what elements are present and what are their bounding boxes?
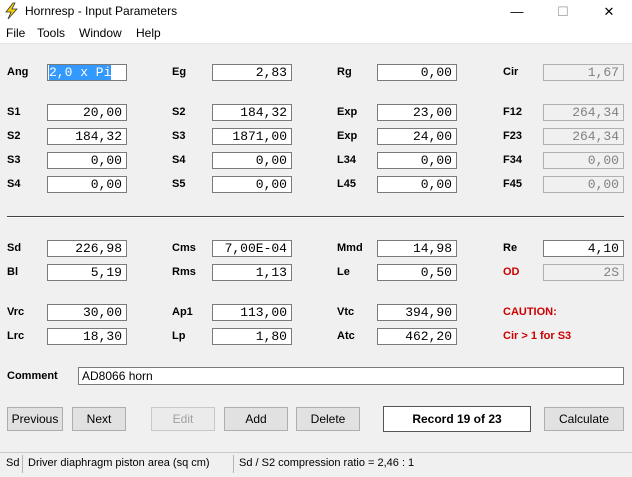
ang-label: Ang [7, 66, 29, 78]
lp-input[interactable]: 1,80 [212, 328, 292, 345]
exp2-input[interactable]: 24,00 [377, 128, 457, 145]
menu-bar: File Tools Window Help [0, 23, 632, 44]
lrc-label: Lrc [7, 330, 25, 342]
sd-label: Sd [7, 242, 22, 254]
menu-help[interactable]: Help [136, 26, 161, 40]
exp1-input[interactable]: 23,00 [377, 104, 457, 121]
menu-file[interactable]: File [6, 26, 25, 40]
s3-label: S3 [172, 130, 186, 142]
comment-input[interactable]: AD8066 horn [78, 367, 624, 385]
f12-label: F12 [503, 106, 522, 118]
od-readout: 2S [543, 264, 624, 281]
ap1-label: Ap1 [172, 306, 193, 318]
delete-button[interactable]: Delete [296, 407, 360, 431]
s2b-input[interactable]: 184,32 [47, 128, 127, 145]
re-input[interactable]: 4,10 [543, 240, 624, 257]
section-divider [7, 216, 624, 218]
rg-input[interactable]: 0,00 [377, 64, 457, 81]
bl-label: Bl [7, 266, 18, 278]
window-title: Hornresp - Input Parameters [25, 4, 178, 18]
lrc-input[interactable]: 18,30 [47, 328, 127, 345]
f34-readout: 0,00 [543, 152, 624, 169]
s3-input[interactable]: 1871,00 [212, 128, 292, 145]
l45-input[interactable]: 0,00 [377, 176, 457, 193]
od-label: OD [503, 266, 520, 278]
f34-label: F34 [503, 154, 522, 166]
f45-label: F45 [503, 178, 522, 190]
cir-readout: 1,67 [543, 64, 624, 81]
cir-label: Cir [503, 66, 519, 78]
status-bar: Sd Driver diaphragm piston area (sq cm) … [0, 452, 632, 477]
f23-label: F23 [503, 130, 522, 142]
mmd-label: Mmd [337, 242, 363, 254]
menu-window[interactable]: Window [79, 26, 122, 40]
l34-input[interactable]: 0,00 [377, 152, 457, 169]
f12-readout: 264,34 [543, 104, 624, 121]
s3b-input[interactable]: 0,00 [47, 152, 127, 169]
bl-input[interactable]: 5,19 [47, 264, 127, 281]
status-description: Driver diaphragm piston area (sq cm) [28, 457, 210, 469]
le-label: Le [337, 266, 350, 278]
le-input[interactable]: 0,50 [377, 264, 457, 281]
sd-input[interactable]: 226,98 [47, 240, 127, 257]
lp-label: Lp [172, 330, 186, 342]
f45-readout: 0,00 [543, 176, 624, 193]
l34-label: L34 [337, 154, 356, 166]
eg-label: Eg [172, 66, 187, 78]
minimize-button[interactable]: — [494, 0, 540, 23]
cms-input[interactable]: 7,00E-04 [212, 240, 292, 257]
exp2-label: Exp [337, 130, 358, 142]
s1-input[interactable]: 20,00 [47, 104, 127, 121]
l45-label: L45 [337, 178, 356, 190]
comment-label: Comment [7, 370, 58, 382]
cms-label: Cms [172, 242, 196, 254]
s4-input[interactable]: 0,00 [212, 152, 292, 169]
s5-input[interactable]: 0,00 [212, 176, 292, 193]
re-label: Re [503, 242, 518, 254]
lightning-bolt-icon [5, 2, 18, 20]
eg-input[interactable]: 2,83 [212, 64, 292, 81]
status-compression-ratio: Sd / S2 compression ratio = 2,46 : 1 [239, 457, 415, 469]
s1-label: S1 [7, 106, 21, 118]
s4-label: S4 [172, 154, 186, 166]
exp1-label: Exp [337, 106, 358, 118]
previous-button[interactable]: Previous [7, 407, 63, 431]
maximize-button[interactable]: ☐ [540, 0, 586, 23]
s2-input[interactable]: 184,32 [212, 104, 292, 121]
menu-tools[interactable]: Tools [37, 26, 65, 40]
close-button[interactable]: ✕ [586, 0, 632, 23]
caution-message: Cir > 1 for S3 [503, 330, 572, 342]
ap1-input[interactable]: 113,00 [212, 304, 292, 321]
title-bar: Hornresp - Input Parameters — ☐ ✕ [0, 0, 632, 23]
add-button[interactable]: Add [224, 407, 288, 431]
atc-input[interactable]: 462,20 [377, 328, 457, 345]
caution-title: CAUTION: [503, 306, 557, 318]
f23-readout: 264,34 [543, 128, 624, 145]
vtc-label: Vtc [337, 306, 355, 318]
rg-label: Rg [337, 66, 352, 78]
vrc-label: Vrc [7, 306, 25, 318]
vrc-input[interactable]: 30,00 [47, 304, 127, 321]
status-divider [233, 455, 234, 473]
rms-label: Rms [172, 266, 196, 278]
status-field-name: Sd [6, 457, 20, 469]
s5-label: S5 [172, 178, 186, 190]
record-indicator: Record 19 of 23 [383, 406, 531, 432]
edit-button[interactable]: Edit [151, 407, 215, 431]
s2b-label: S2 [7, 130, 21, 142]
atc-label: Atc [337, 330, 355, 342]
s3b-label: S3 [7, 154, 21, 166]
s4b-label: S4 [7, 178, 21, 190]
ang-value: 2,0 x Pi [49, 65, 112, 80]
calculate-button[interactable]: Calculate [544, 407, 624, 431]
ang-input[interactable]: 2,0 x Pi [47, 64, 127, 81]
s4b-input[interactable]: 0,00 [47, 176, 127, 193]
mmd-input[interactable]: 14,98 [377, 240, 457, 257]
status-divider [22, 455, 23, 473]
next-button[interactable]: Next [72, 407, 126, 431]
s2-label: S2 [172, 106, 186, 118]
rms-input[interactable]: 1,13 [212, 264, 292, 281]
vtc-input[interactable]: 394,90 [377, 304, 457, 321]
